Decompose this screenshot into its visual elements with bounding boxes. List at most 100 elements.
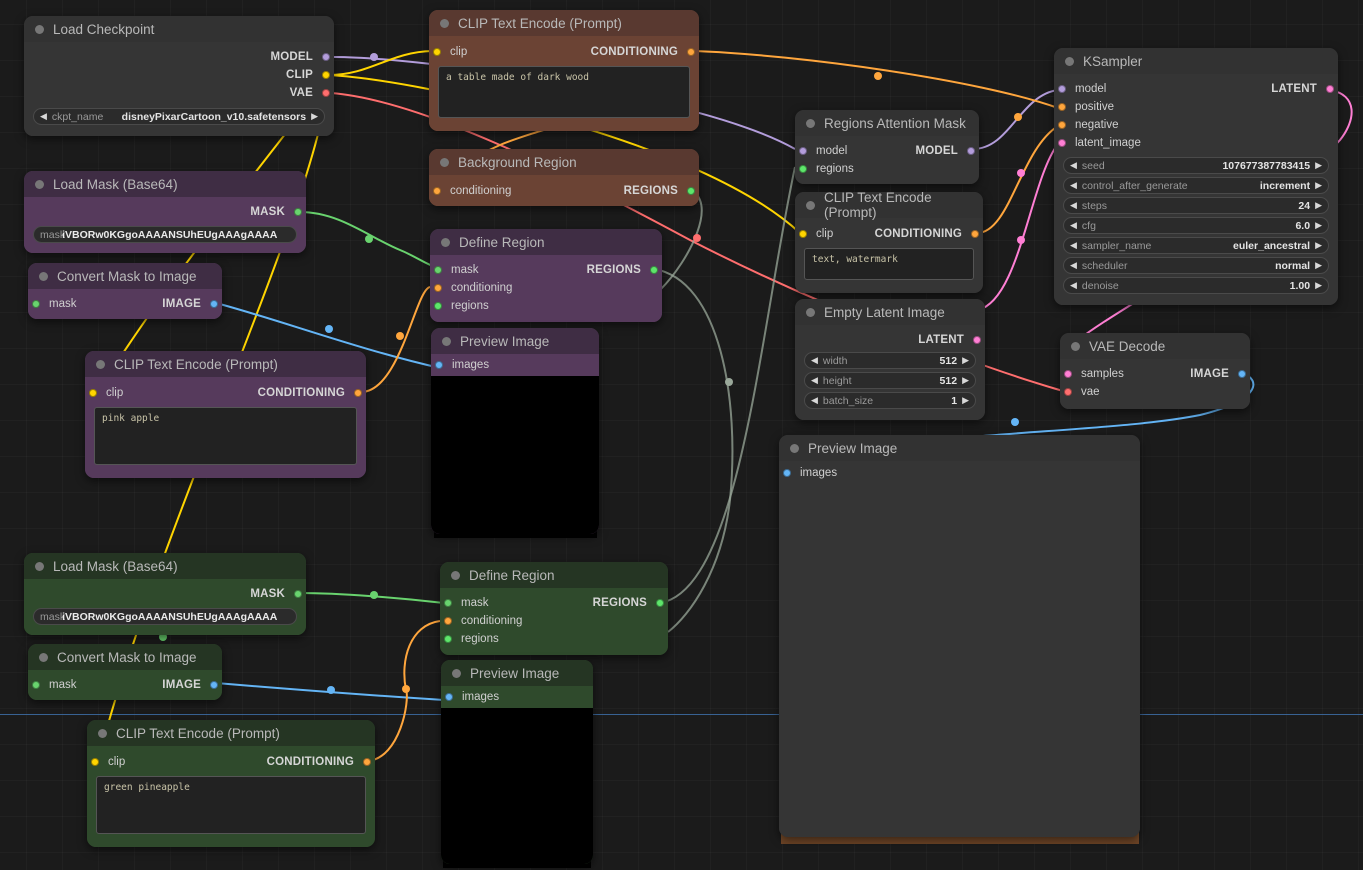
port-row-latent-image[interactable]: latent_image [1054, 134, 1338, 152]
port-row-images[interactable]: images [431, 354, 599, 376]
decrement-arrow-icon[interactable]: ◀ [811, 396, 818, 405]
output-port-mask[interactable]: MASK [24, 585, 306, 603]
widget-seed[interactable]: ◀ seed 107677387783415 ▶ [1063, 157, 1329, 174]
port-dot-regions-in[interactable] [444, 635, 452, 643]
increment-arrow-icon[interactable]: ▶ [1315, 261, 1322, 270]
port-dot-latent[interactable] [973, 336, 981, 344]
port-row-model[interactable]: model MODEL [795, 142, 979, 160]
port-row-positive[interactable]: positive [1054, 98, 1338, 116]
port-row-clip[interactable]: clip CONDITIONING [85, 383, 366, 403]
output-port-clip[interactable]: CLIP [24, 66, 334, 84]
increment-arrow-icon[interactable]: ▶ [1315, 281, 1322, 290]
decrement-arrow-icon[interactable]: ◀ [1070, 221, 1077, 230]
port-dot-conditioning-in[interactable] [434, 284, 442, 292]
node-clip-text-encode-pineapple[interactable]: CLIP Text Encode (Prompt) clip CONDITION… [87, 720, 375, 847]
port-row-mask[interactable]: mask IMAGE [28, 676, 222, 694]
collapse-dot-icon[interactable] [790, 444, 799, 453]
port-row-conditioning[interactable]: conditioning [440, 612, 668, 630]
port-dot-conditioning-out[interactable] [971, 230, 979, 238]
port-row-conditioning[interactable]: conditioning [430, 279, 662, 297]
port-dot-conditioning-in[interactable] [444, 617, 452, 625]
decrement-arrow-icon[interactable]: ◀ [811, 356, 818, 365]
port-dot-conditioning-out[interactable] [354, 389, 362, 397]
collapse-dot-icon[interactable] [440, 158, 449, 167]
port-dot-mask[interactable] [294, 590, 302, 598]
node-title-bar[interactable]: Preview Image [441, 660, 593, 686]
port-dot-latent-out[interactable] [1326, 85, 1334, 93]
port-dot-regions-in[interactable] [434, 302, 442, 310]
collapse-dot-icon[interactable] [35, 562, 44, 571]
port-dot-clip[interactable] [322, 71, 330, 79]
port-dot-negative-in[interactable] [1058, 121, 1066, 129]
node-title-bar[interactable]: Load Checkpoint [24, 16, 334, 42]
collapse-dot-icon[interactable] [35, 180, 44, 189]
node-convert-mask-to-image-2[interactable]: Convert Mask to Image mask IMAGE [28, 644, 222, 700]
port-dot-vae-in[interactable] [1064, 388, 1072, 396]
port-row-regions[interactable]: regions [430, 297, 662, 315]
port-dot-clip-in[interactable] [91, 758, 99, 766]
collapse-dot-icon[interactable] [451, 571, 460, 580]
increment-arrow-icon[interactable]: ▶ [1315, 161, 1322, 170]
port-row-mask[interactable]: mask REGIONS [430, 261, 662, 279]
node-preview-image-result[interactable]: Preview Image images [779, 435, 1140, 837]
node-load-mask-base64-2[interactable]: Load Mask (Base64) MASK mask iVBORw0KGgo… [24, 553, 306, 635]
port-row-conditioning[interactable]: conditioning REGIONS [429, 181, 699, 201]
prompt-textarea[interactable]: a table made of dark wood [438, 66, 690, 118]
node-preview-image-mask-1[interactable]: Preview Image images [431, 328, 599, 534]
collapse-dot-icon[interactable] [35, 25, 44, 34]
widget-mask-base64[interactable]: mask iVBORw0KGgoAAAANSUhEUgAAAgAAAA [33, 226, 297, 243]
widget-control-after-generate[interactable]: ◀ control_after_generate increment ▶ [1063, 177, 1329, 194]
prompt-textarea[interactable]: green pineapple [96, 776, 366, 834]
port-dot-clip-in[interactable] [433, 48, 441, 56]
node-clip-text-encode-background[interactable]: CLIP Text Encode (Prompt) clip CONDITION… [429, 10, 699, 131]
node-ksampler[interactable]: KSampler model LATENT positive negative … [1054, 48, 1338, 305]
port-row-regions[interactable]: regions [440, 630, 668, 648]
collapse-dot-icon[interactable] [806, 119, 815, 128]
node-load-mask-base64-1[interactable]: Load Mask (Base64) MASK mask iVBORw0KGgo… [24, 171, 306, 253]
node-title-bar[interactable]: KSampler [1054, 48, 1338, 74]
node-title-bar[interactable]: Preview Image [779, 435, 1140, 461]
increment-arrow-icon[interactable]: ▶ [962, 376, 969, 385]
widget-batch-size[interactable]: ◀ batch_size 1 ▶ [804, 392, 976, 409]
port-row-model[interactable]: model LATENT [1054, 80, 1338, 98]
port-dot-model-out[interactable] [967, 147, 975, 155]
port-row-images[interactable]: images [779, 461, 1140, 485]
node-title-bar[interactable]: Define Region [440, 562, 668, 588]
node-define-region-2[interactable]: Define Region mask REGIONS conditioning … [440, 562, 668, 655]
collapse-dot-icon[interactable] [1071, 342, 1080, 351]
increment-arrow-icon[interactable]: ▶ [962, 396, 969, 405]
port-dot-conditioning-out[interactable] [363, 758, 371, 766]
widget-ckpt-name[interactable]: ◀ ckpt_name disneyPixarCartoon_v10.safet… [33, 108, 325, 125]
node-title-bar[interactable]: CLIP Text Encode (Prompt) [795, 192, 983, 218]
node-title-bar[interactable]: Preview Image [431, 328, 599, 354]
decrement-arrow-icon[interactable]: ◀ [1070, 201, 1077, 210]
port-row-clip[interactable]: clip CONDITIONING [87, 752, 375, 772]
node-define-region-1[interactable]: Define Region mask REGIONS conditioning … [430, 229, 662, 322]
port-dot-regions-out[interactable] [687, 187, 695, 195]
port-dot-conditioning-out[interactable] [687, 48, 695, 56]
increment-arrow-icon[interactable]: ▶ [962, 356, 969, 365]
port-dot-model-in[interactable] [1058, 85, 1066, 93]
port-dot-images-in[interactable] [445, 693, 453, 701]
node-title-bar[interactable]: CLIP Text Encode (Prompt) [429, 10, 699, 36]
output-port-latent[interactable]: LATENT [795, 331, 985, 349]
node-preview-image-mask-2[interactable]: Preview Image images [441, 660, 593, 864]
node-title-bar[interactable]: Define Region [430, 229, 662, 255]
node-background-region[interactable]: Background Region conditioning REGIONS [429, 149, 699, 206]
output-port-mask[interactable]: MASK [24, 203, 306, 221]
port-row-samples[interactable]: samples IMAGE [1060, 365, 1250, 383]
widget-height[interactable]: ◀ height 512 ▶ [804, 372, 976, 389]
collapse-dot-icon[interactable] [441, 238, 450, 247]
port-dot-conditioning-in[interactable] [433, 187, 441, 195]
port-dot-positive-in[interactable] [1058, 103, 1066, 111]
output-port-model[interactable]: MODEL [24, 48, 334, 66]
port-dot-regions-out[interactable] [656, 599, 664, 607]
widget-sampler-name[interactable]: ◀ sampler_name euler_ancestral ▶ [1063, 237, 1329, 254]
node-title-bar[interactable]: Load Mask (Base64) [24, 553, 306, 579]
widget-steps[interactable]: ◀ steps 24 ▶ [1063, 197, 1329, 214]
port-dot-image-out[interactable] [210, 681, 218, 689]
node-convert-mask-to-image-1[interactable]: Convert Mask to Image mask IMAGE [28, 263, 222, 319]
collapse-dot-icon[interactable] [442, 337, 451, 346]
collapse-dot-icon[interactable] [98, 729, 107, 738]
collapse-dot-icon[interactable] [806, 308, 815, 317]
